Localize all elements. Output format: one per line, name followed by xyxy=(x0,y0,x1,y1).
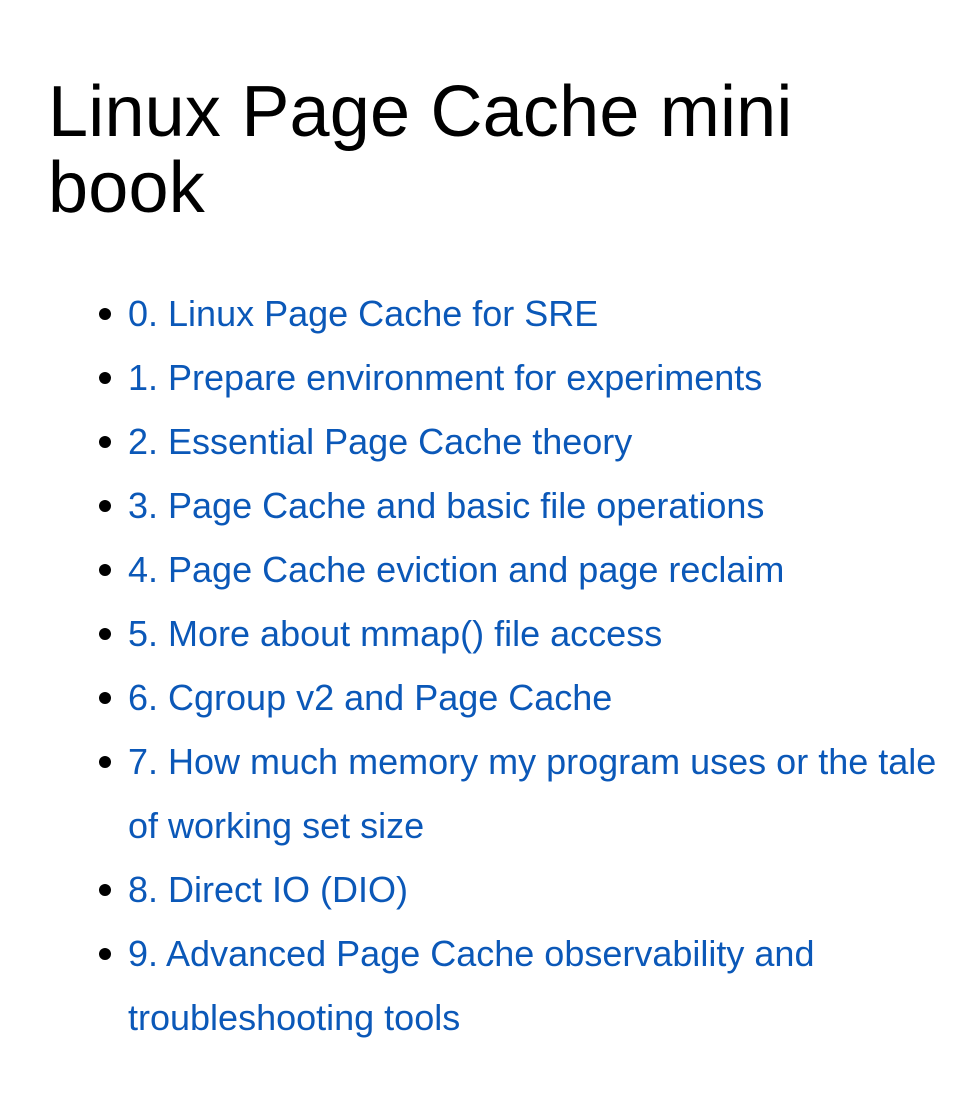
toc-link-8[interactable]: 8. Direct IO (DIO) xyxy=(128,869,408,910)
bullet-icon xyxy=(99,436,111,448)
page-title: Linux Page Cache mini book xyxy=(48,72,793,228)
toc-link-5[interactable]: 5. More about mmap() file access xyxy=(128,613,662,654)
list-item: 6. Cgroup v2 and Page Cache xyxy=(99,666,939,730)
toc-link-2[interactable]: 2. Essential Page Cache theory xyxy=(128,421,632,462)
list-item: 7. How much memory my program uses or th… xyxy=(99,730,939,858)
toc-list: 0. Linux Page Cache for SRE 1. Prepare e… xyxy=(48,282,939,1050)
list-item: 5. More about mmap() file access xyxy=(99,602,939,666)
bullet-icon xyxy=(99,564,111,576)
bullet-icon xyxy=(99,692,111,704)
bullet-icon xyxy=(99,756,111,768)
toc-link-3[interactable]: 3. Page Cache and basic file operations xyxy=(128,485,764,526)
toc-link-1[interactable]: 1. Prepare environment for experiments xyxy=(128,357,762,398)
toc-link-4[interactable]: 4. Page Cache eviction and page reclaim xyxy=(128,549,784,590)
bullet-icon xyxy=(99,308,111,320)
list-item: 1. Prepare environment for experiments xyxy=(99,346,939,410)
bullet-icon xyxy=(99,500,111,512)
list-item: 0. Linux Page Cache for SRE xyxy=(99,282,939,346)
list-item: 4. Page Cache eviction and page reclaim xyxy=(99,538,939,602)
bullet-icon xyxy=(99,628,111,640)
list-item: 9. Advanced Page Cache observability and… xyxy=(99,922,939,1050)
bullet-icon xyxy=(99,884,111,896)
toc-link-6[interactable]: 6. Cgroup v2 and Page Cache xyxy=(128,677,612,718)
page: Linux Page Cache mini book 0. Linux Page… xyxy=(0,0,979,1104)
list-item: 3. Page Cache and basic file operations xyxy=(99,474,939,538)
bullet-icon xyxy=(99,372,111,384)
list-item: 8. Direct IO (DIO) xyxy=(99,858,939,922)
toc-link-0[interactable]: 0. Linux Page Cache for SRE xyxy=(128,293,598,334)
bullet-icon xyxy=(99,948,111,960)
list-item: 2. Essential Page Cache theory xyxy=(99,410,939,474)
toc-link-9[interactable]: 9. Advanced Page Cache observability and… xyxy=(128,933,814,1038)
toc-link-7[interactable]: 7. How much memory my program uses or th… xyxy=(128,741,936,846)
